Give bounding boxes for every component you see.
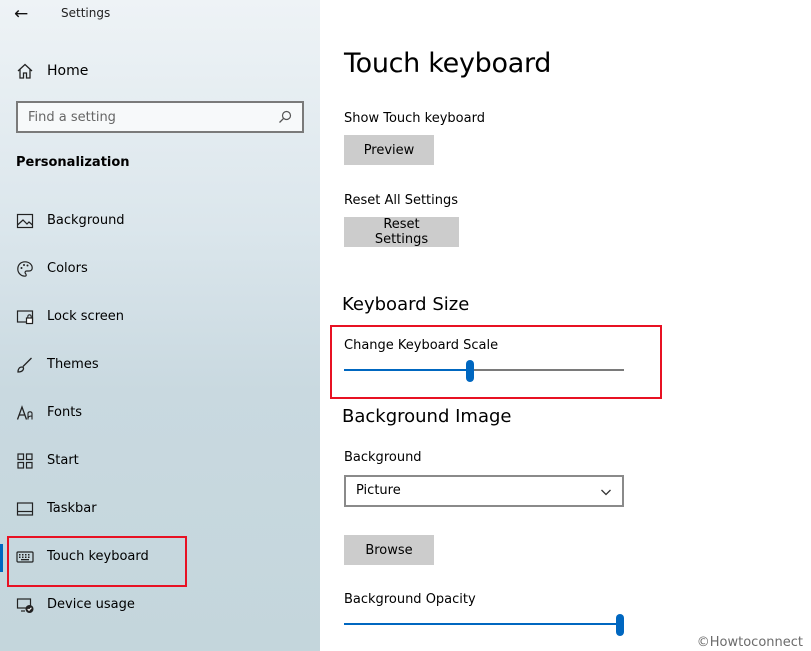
sidebar-item-background[interactable]: Background (0, 198, 320, 246)
lock-screen-icon (16, 310, 34, 325)
taskbar-icon (16, 502, 34, 516)
main-content: Touch keyboard Show Touch keyboard Previ… (320, 0, 811, 651)
keyboard-size-heading: Keyboard Size (342, 294, 470, 315)
preview-button[interactable]: Preview (344, 135, 434, 165)
highlight-box-touch-keyboard (7, 536, 187, 587)
sidebar-item-themes[interactable]: Themes (0, 342, 320, 390)
palette-icon (17, 261, 33, 277)
sidebar-item-label: Device usage (47, 597, 135, 612)
sidebar-item-device-usage[interactable]: Device usage (0, 582, 320, 630)
highlight-box-keyboard-scale (330, 325, 662, 399)
image-icon (16, 213, 34, 229)
brush-icon (17, 357, 32, 373)
title-bar: ← Settings (0, 0, 320, 30)
device-usage-icon (16, 598, 34, 613)
background-label: Background (344, 450, 422, 465)
page-title: Touch keyboard (344, 48, 552, 79)
reset-settings-button[interactable]: Reset Settings (344, 217, 459, 247)
sidebar-item-label: Themes (47, 357, 99, 372)
sidebar-item-label: Lock screen (47, 309, 124, 324)
search-placeholder: Find a setting (28, 109, 116, 125)
watermark: ©Howtoconnect (696, 635, 803, 650)
sidebar-item-label: Colors (47, 261, 88, 276)
slider-fill (344, 623, 620, 625)
sidebar-item-label: Background (47, 213, 125, 228)
sidebar-item-label: Start (47, 453, 79, 468)
search-icon (279, 110, 292, 123)
home-link[interactable]: Home (16, 60, 88, 82)
chevron-down-icon (601, 489, 611, 496)
sidebar-item-label: Fonts (47, 405, 83, 420)
start-grid-icon (17, 453, 33, 469)
opacity-slider[interactable] (344, 614, 624, 636)
sidebar-item-start[interactable]: Start (0, 438, 320, 486)
sidebar-item-label: Taskbar (47, 501, 97, 516)
sidebar-item-fonts[interactable]: Fonts (0, 390, 320, 438)
home-icon (17, 63, 33, 79)
selection-indicator (0, 544, 3, 572)
sidebar-item-lock-screen[interactable]: Lock screen (0, 294, 320, 342)
section-title: Personalization (16, 155, 130, 170)
background-select-value: Picture (356, 483, 401, 498)
search-box[interactable]: Find a setting (16, 101, 304, 133)
show-keyboard-label: Show Touch keyboard (344, 111, 485, 126)
browse-button[interactable]: Browse (344, 535, 434, 565)
sidebar-item-colors[interactable]: Colors (0, 246, 320, 294)
background-image-heading: Background Image (342, 406, 512, 427)
slider-thumb[interactable] (616, 614, 624, 636)
background-select[interactable]: Picture (344, 475, 624, 507)
opacity-label: Background Opacity (344, 592, 476, 607)
back-arrow-icon[interactable]: ← (14, 4, 28, 24)
sidebar-item-taskbar[interactable]: Taskbar (0, 486, 320, 534)
reset-label: Reset All Settings (344, 193, 459, 208)
home-label: Home (47, 63, 89, 79)
font-icon (16, 405, 33, 420)
app-title: Settings (61, 6, 111, 20)
